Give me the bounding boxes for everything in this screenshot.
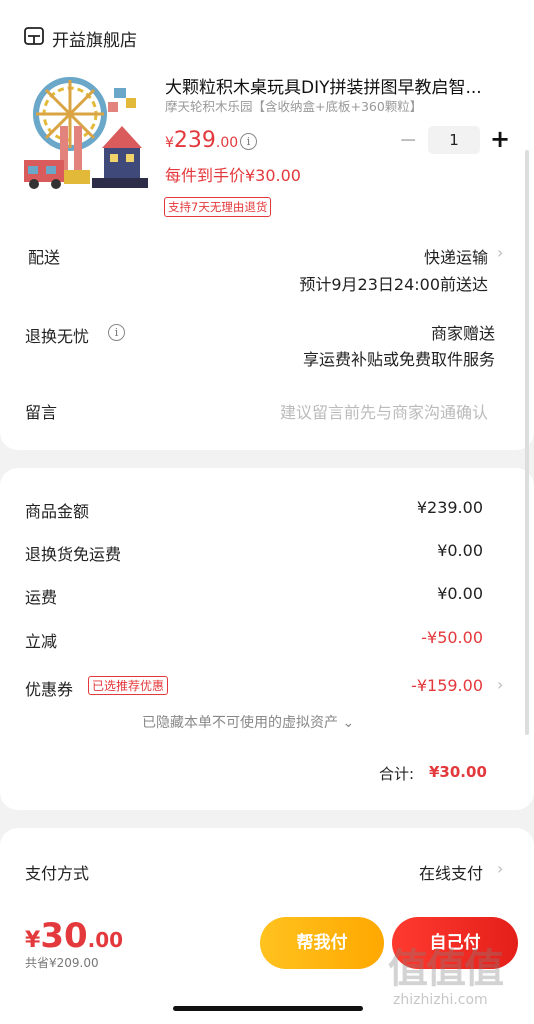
product-price: ¥239.00 <box>165 128 238 153</box>
home-indicator[interactable] <box>173 1006 363 1011</box>
product-spec: 摩天轮积木乐园【含收纳盒+底板+360颗粒】 <box>165 99 423 114</box>
discount-value: -¥50.00 <box>421 628 483 647</box>
pay-decimal: .00 <box>87 928 124 952</box>
watermark-url: zhizhizhi.com <box>393 992 488 1008</box>
message-input[interactable]: 建议留言前先与商家沟通确认 <box>280 399 488 423</box>
payment-method-label: 支付方式 <box>25 864 90 883</box>
pay-amount: ¥30.00 <box>25 916 123 956</box>
total-value: ¥30.00 <box>429 763 487 781</box>
quantity-plus-button[interactable]: + <box>490 125 510 153</box>
worry-free-value: 商家赠送 <box>430 324 495 343</box>
delivery-label: 配送 <box>28 248 61 267</box>
pay-currency: ¥ <box>25 928 41 953</box>
product-title[interactable]: 大颗粒积木桌玩具DIY拼装拼图早教启智... <box>165 73 511 98</box>
coupon-value[interactable]: -¥159.00 <box>411 676 483 695</box>
pay-integer: 30 <box>40 916 88 956</box>
store-icon <box>24 27 44 45</box>
shipping-value: ¥0.00 <box>437 584 483 603</box>
goods-amount-label: 商品金额 <box>25 502 90 521</box>
coupon-chevron-icon[interactable]: › <box>497 675 503 694</box>
hidden-assets-toggle[interactable]: 已隐藏本单不可使用的虚拟资产 ⌄ <box>142 712 354 732</box>
help-pay-button[interactable]: 帮我付 <box>260 917 384 969</box>
price-currency: ¥ <box>165 135 174 151</box>
worry-free-info-icon[interactable]: i <box>108 324 125 341</box>
worry-free-label: 退换无忧 <box>25 327 90 346</box>
payment-chevron-icon[interactable]: › <box>497 859 503 878</box>
return-policy-tag: 支持7天无理由退货 <box>164 197 272 217</box>
price-decimal: .00 <box>215 135 239 151</box>
quantity-minus-button[interactable]: − <box>399 128 417 153</box>
return-shipping-value: ¥0.00 <box>437 541 483 560</box>
coupon-recommend-tag: 已选推荐优惠 <box>88 676 169 695</box>
price-integer: 239 <box>173 128 216 153</box>
coupon-label: 优惠券 <box>25 680 74 699</box>
watermark-logo: 值值值 <box>388 946 504 992</box>
return-shipping-label: 退换货免运费 <box>25 545 122 564</box>
delivery-estimate: 预计9月23日24:00前送达 <box>299 275 488 294</box>
delivery-method[interactable]: 快递运输 <box>424 244 488 268</box>
discount-label: 立减 <box>25 632 58 651</box>
worry-free-desc: 享运费补贴或免费取件服务 <box>302 350 495 369</box>
saved-amount: 共省¥209.00 <box>25 956 99 970</box>
quantity-input[interactable]: 1 <box>428 126 480 154</box>
total-label: 合计: <box>379 765 415 783</box>
message-label: 留言 <box>25 403 58 422</box>
delivery-chevron-icon[interactable]: › <box>497 243 503 262</box>
price-summary-card: 商品金额 ¥239.00 退换货免运费 ¥0.00 运费 ¥0.00 立减 -¥… <box>0 468 534 810</box>
product-image[interactable] <box>22 70 152 198</box>
store-name[interactable]: 开益旗舰店 <box>52 26 137 51</box>
shipping-label: 运费 <box>25 588 58 607</box>
order-product-card: 开益旗舰店 大颗粒积木桌玩具DIY拼装拼图早教启智... 摩天轮积木乐园【含收纳… <box>0 0 534 450</box>
price-info-icon[interactable]: i <box>240 133 257 150</box>
per-item-price: 每件到手价¥30.00 <box>165 166 301 185</box>
bottom-pay-bar: ¥30.00 共省¥209.00 帮我付 自己付 值值值 zhizhizhi.c… <box>0 906 534 1024</box>
payment-method-value[interactable]: 在线支付 <box>419 860 483 884</box>
scrollbar[interactable] <box>525 150 529 735</box>
goods-amount-value: ¥239.00 <box>416 498 483 517</box>
